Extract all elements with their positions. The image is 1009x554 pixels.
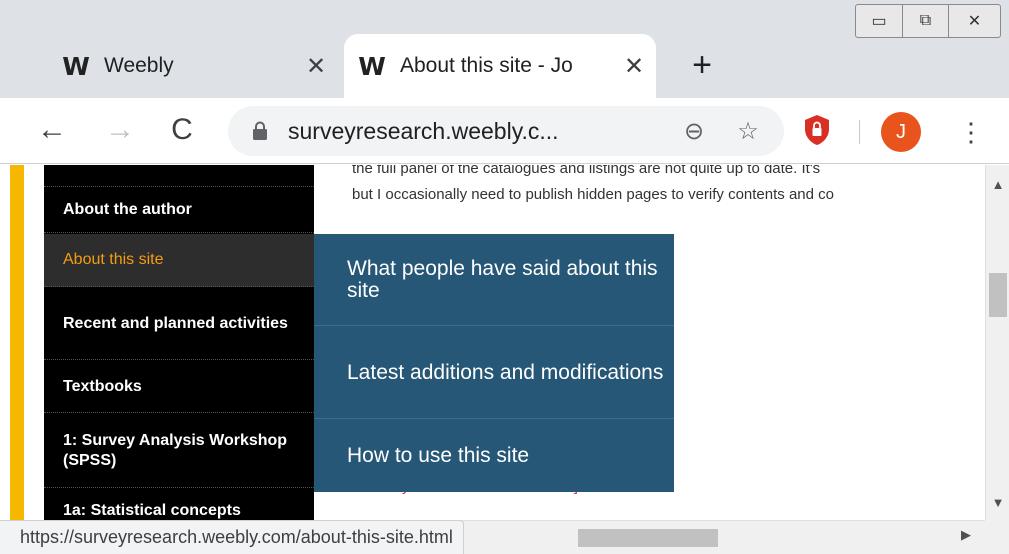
profile-avatar[interactable]: J (881, 112, 921, 152)
content-line: the full panel of the catalogues and lis… (352, 165, 821, 177)
weebly-favicon-icon: W (62, 51, 90, 81)
flyout-item-how-to-use[interactable]: How to use this site (314, 420, 674, 492)
page-viewport: About the author About this site Recent … (0, 165, 985, 520)
new-tab-button[interactable]: + (680, 44, 724, 88)
status-bar-url: https://surveyresearch.weebly.com/about-… (0, 520, 464, 554)
sidebar-item-textbooks[interactable]: Textbooks (44, 361, 314, 413)
sidebar-item-label: About this site (63, 251, 164, 268)
sidebar-item[interactable] (44, 165, 314, 187)
sidebar-item-label: 1: Survey Analysis Workshop (SPSS) (63, 431, 288, 469)
scroll-up-arrow-icon[interactable]: ▲ (986, 177, 1009, 192)
toolbar-divider (859, 120, 860, 144)
close-window-button[interactable]: ✕ (948, 5, 1000, 37)
tab-close-icon[interactable]: ✕ (612, 52, 656, 81)
sidebar-item-about-this-site[interactable]: About this site (44, 234, 314, 287)
maximize-button[interactable]: ⧉ (902, 5, 948, 37)
flyout-item-what-people-said[interactable]: What people have said about this site (314, 234, 674, 326)
vertical-scrollbar[interactable]: ▲ ▼ (985, 165, 1009, 520)
tab-title: About this site - Jo (400, 54, 573, 77)
weebly-favicon-icon: W (358, 51, 386, 81)
flyout-item-latest-additions[interactable]: Latest additions and modifications (314, 327, 674, 419)
sidebar-nav: About the author About this site Recent … (44, 165, 314, 520)
sidebar-item-recent-activities[interactable]: Recent and planned activities (44, 288, 314, 360)
flyout-item-label: What people have said about this site (347, 256, 658, 302)
content-line: but I occasionally need to publish hidde… (352, 186, 834, 203)
sidebar-item-label: Recent and planned activities (63, 314, 288, 332)
back-button[interactable]: ← (30, 108, 74, 152)
address-bar[interactable]: surveyresearch.weebly.c... ⊖ ☆ (228, 106, 784, 156)
tab-title: Weebly (104, 54, 174, 77)
tab-weebly[interactable]: W Weebly ✕ (42, 34, 338, 98)
tab-strip: ▭ ⧉ ✕ W Weebly ✕ W About this site - Jo … (0, 0, 1009, 98)
minimize-button[interactable]: ▭ (856, 5, 902, 37)
sidebar-item-label: Textbooks (63, 377, 142, 395)
window-controls: ▭ ⧉ ✕ (855, 4, 1001, 38)
sidebar-item-statistical-concepts[interactable]: 1a: Statistical concepts (44, 489, 314, 520)
sidebar-item-label: About the author (63, 200, 192, 218)
sidebar-item-about-the-author[interactable]: About the author (44, 187, 314, 233)
tab-close-icon[interactable]: ✕ (294, 52, 338, 81)
bookmark-star-icon[interactable]: ☆ (730, 117, 766, 146)
horizontal-scroll-thumb[interactable] (578, 529, 718, 547)
url-text[interactable]: surveyresearch.weebly.c... (288, 118, 676, 145)
submenu-flyout: What people have said about this site La… (314, 234, 674, 492)
sidebar-item-label: 1a: Statistical concepts (63, 502, 241, 519)
scroll-down-arrow-icon[interactable]: ▼ (986, 495, 1009, 510)
accent-stripe (0, 165, 44, 520)
vertical-scroll-thumb[interactable] (989, 273, 1007, 317)
more-menu-icon[interactable]: ⋮ (958, 112, 984, 152)
scroll-right-arrow-icon[interactable]: ▶ (961, 527, 971, 543)
scrollbar-corner (985, 520, 1009, 554)
shield-extension-icon[interactable] (802, 113, 832, 147)
sidebar-item-survey-workshop[interactable]: 1: Survey Analysis Workshop (SPSS) (44, 414, 314, 488)
flyout-item-label: How to use this site (347, 444, 530, 467)
tab-about-this-site[interactable]: W About this site - Jo ✕ (344, 34, 656, 98)
reload-button[interactable]: C (160, 108, 204, 152)
zoom-out-icon[interactable]: ⊖ (676, 117, 712, 146)
lock-icon[interactable] (250, 121, 270, 141)
browser-toolbar: ← → C surveyresearch.weebly.c... ⊖ ☆ (0, 98, 1009, 164)
flyout-item-label: Latest additions and modifications (347, 360, 664, 384)
forward-button[interactable]: → (98, 108, 142, 152)
